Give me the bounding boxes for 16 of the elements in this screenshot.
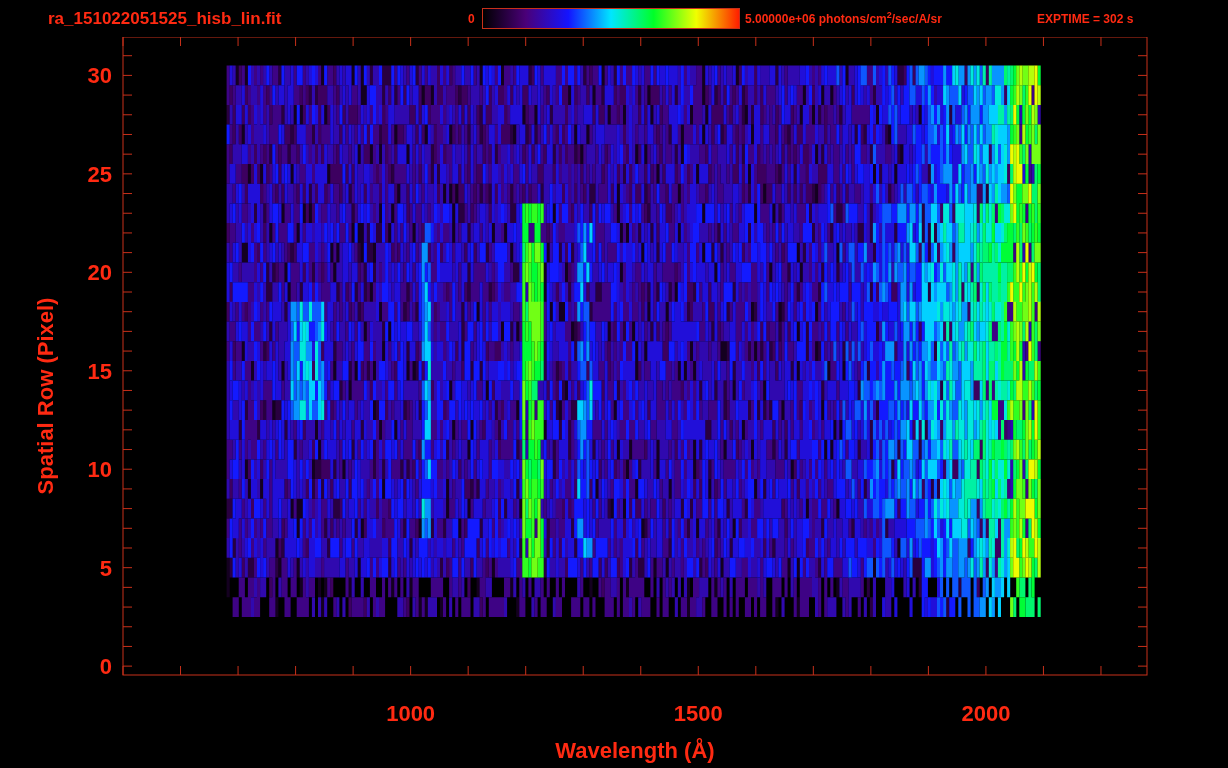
- y-tick-label: 0: [99, 654, 112, 680]
- y-tick-label: 25: [87, 161, 112, 187]
- y-axis-label: Spatial Row (Pixel): [33, 297, 58, 495]
- y-tick-label: 30: [87, 63, 112, 89]
- colorbar-min-label: 0: [468, 10, 476, 28]
- y-tick-label: 10: [87, 457, 112, 483]
- x-tick-label: 1500: [673, 701, 723, 726]
- file-title: ra_151022051525_hisb_lin.fit: [48, 7, 283, 30]
- y-tick-label: 20: [87, 260, 112, 286]
- x-axis-label: Wavelength (Å): [555, 738, 715, 763]
- colorbar-max-label: 5.00000e+06 photons/cm$^{2}$/sec/A/sr: [745, 9, 943, 28]
- x-tick-label: 2000: [961, 701, 1011, 726]
- exposure-time: EXPTIME = 302 s: [1037, 10, 1134, 28]
- y-tick-label: 15: [87, 358, 112, 384]
- y-tick-label: 5: [99, 555, 112, 581]
- x-tick-label: 1000: [386, 701, 436, 726]
